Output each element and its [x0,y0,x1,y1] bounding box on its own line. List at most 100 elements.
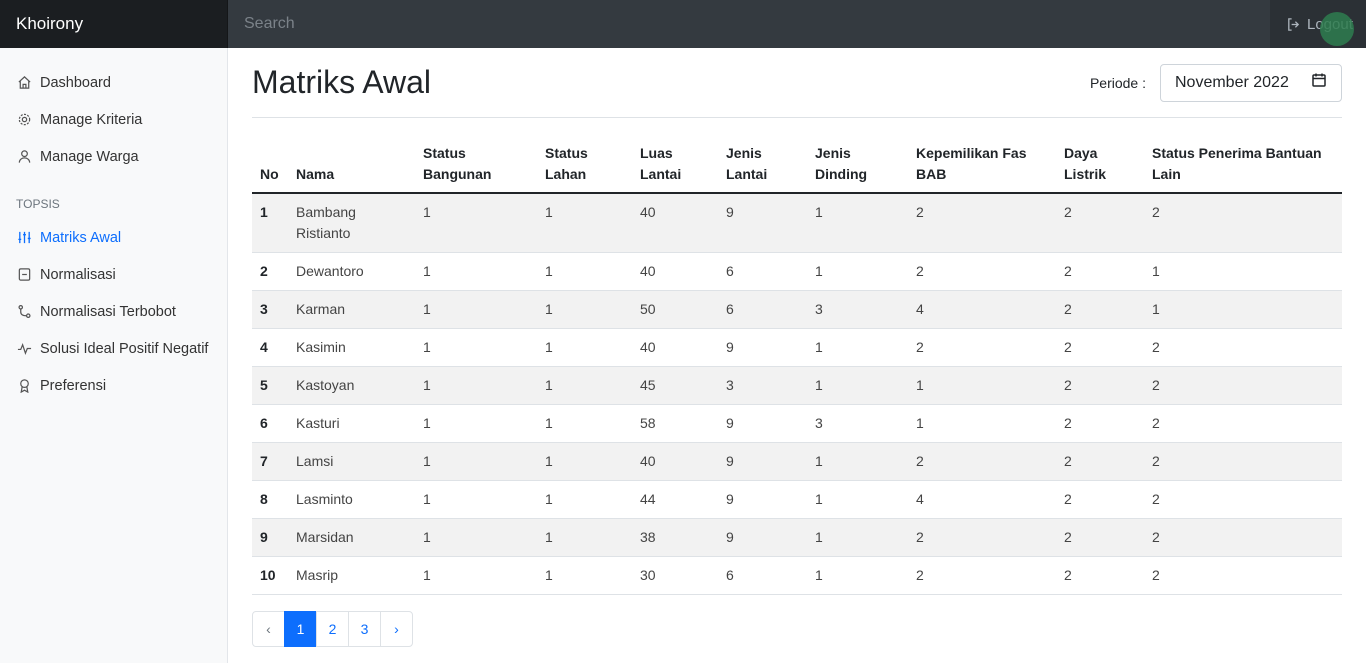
table-cell: 2 [908,442,1056,481]
table-cell: 1 [537,480,632,519]
table-cell: 2 [1144,404,1342,443]
table-cell: 6 [252,404,288,443]
table-cell: 1 [1144,252,1342,291]
table-cell: 9 [718,404,807,443]
table-row: 9 Marsidan 1 1 38 9 1 2 2 2 [252,518,1342,557]
pagination-page-1[interactable]: 1 [284,611,317,647]
col-header-jenis-lantai: Jenis Lantai [718,136,807,194]
table-cell: 4 [908,290,1056,329]
sidebar-item-normalisasi-terbobot[interactable]: Normalisasi Terbobot [0,293,227,330]
table-row: 4 Kasimin 1 1 40 9 1 2 2 2 [252,328,1342,367]
col-header-jenis-dinding: Jenis Dinding [807,136,908,194]
sidebar-item-manage-warga[interactable]: Manage Warga [0,138,227,175]
pagination-next-button[interactable]: › [380,611,413,647]
page-header: Matriks Awal Periode : November 2022 [252,48,1342,118]
sidebar-item-normalisasi[interactable]: Normalisasi [0,256,227,293]
table-cell: 1 [537,193,632,253]
pagination-page-2[interactable]: 2 [316,611,349,647]
activity-icon [16,341,32,357]
sliders-icon [16,230,32,246]
award-icon [16,378,32,394]
table-cell: 6 [718,290,807,329]
sidebar-item-dashboard[interactable]: Dashboard [0,64,227,101]
table-cell: 2 [1056,556,1144,595]
table-cell: 1 [415,442,537,481]
table-cell: 2 [908,556,1056,595]
logout-link[interactable]: Logout [1270,0,1366,48]
table-cell: 1 [807,518,908,557]
avatar [1320,12,1354,46]
table-body: 1 Bambang Ristianto 1 1 40 9 1 2 2 2 2 Dewantoro 1 1 4… [252,193,1342,595]
matriks-table: No Nama Status Bangunan Status Lahan Lua… [252,136,1342,595]
table-cell: 2 [1144,556,1342,595]
logout-icon [1286,17,1301,32]
col-header-daya-listrik: Daya Listrik [1056,136,1144,194]
table-cell: 2 [1056,404,1144,443]
table-cell: Karman [288,290,415,329]
table-cell: 1 [537,442,632,481]
pagination-prev-button[interactable]: ‹ [252,611,285,647]
table-cell: 1 [415,556,537,595]
home-icon [16,75,32,91]
table-cell: 40 [632,442,718,481]
table-cell: 2 [252,252,288,291]
table-cell: 9 [718,442,807,481]
sidebar-item-label: Normalisasi [40,266,116,283]
calendar-icon[interactable] [1311,72,1327,93]
sidebar-item-manage-kriteria[interactable]: Manage Kriteria [0,101,227,138]
sidebar-item-label: Manage Warga [40,148,139,165]
table-row: 6 Kasturi 1 1 58 9 3 1 2 2 [252,404,1342,443]
table-cell: 1 [807,442,908,481]
table-cell: 2 [1056,480,1144,519]
table-cell: 30 [632,556,718,595]
pagination-page-3[interactable]: 3 [348,611,381,647]
table-cell: 2 [1056,290,1144,329]
main-content: Matriks Awal Periode : November 2022 No … [252,48,1342,647]
col-header-luas-lantai: Luas Lantai [632,136,718,194]
col-header-kepemilikan-fas-bab: Kepemilikan Fas BAB [908,136,1056,194]
page-title: Matriks Awal [252,64,432,100]
periode-month-input[interactable]: November 2022 [1160,63,1342,102]
table-cell: Bambang Ristianto [288,193,415,253]
table-cell: 45 [632,366,718,405]
table-cell: Kastoyan [288,366,415,405]
pagination: ‹ 1 2 3 › [252,611,1342,647]
table-cell: 7 [252,442,288,481]
sidebar: Dashboard Manage Kriteria Manage Warga T… [0,48,228,663]
gear-icon [16,112,32,128]
brand-name[interactable]: Khoirony [0,0,228,48]
table-cell: 4 [252,328,288,367]
periode-value: November 2022 [1175,73,1289,91]
table-cell: 9 [718,480,807,519]
table-cell: 1 [537,328,632,367]
table-cell: 2 [1144,480,1342,519]
table-cell: 2 [908,193,1056,253]
sidebar-item-label: Preferensi [40,377,107,394]
table-cell: 1 [415,480,537,519]
sidebar-item-preferensi[interactable]: Preferensi [0,367,227,404]
sidebar-item-label: Normalisasi Terbobot [40,303,176,320]
sidebar-item-label: Matriks Awal [40,229,122,246]
col-header-status-bangunan: Status Bangunan [415,136,537,194]
table-cell: 1 [908,404,1056,443]
table-row: 3 Karman 1 1 50 6 3 4 2 1 [252,290,1342,329]
table-cell: 1 [908,366,1056,405]
periode-filter: Periode : November 2022 [1089,63,1342,102]
table-cell: 2 [1144,328,1342,367]
table-cell: 2 [908,252,1056,291]
sidebar-item-label: Manage Kriteria [40,111,143,128]
sidebar-item-matriks-awal[interactable]: Matriks Awal [0,219,227,256]
table-row: 5 Kastoyan 1 1 45 3 1 1 2 2 [252,366,1342,405]
table-cell: 4 [908,480,1056,519]
table-cell: 1 [537,556,632,595]
table-cell: 2 [1056,518,1144,557]
table-cell: 40 [632,252,718,291]
top-navbar: Khoirony Logout [0,0,1366,48]
periode-label: Periode : [1089,74,1146,91]
search-input[interactable] [244,0,1270,48]
table-cell: 8 [252,480,288,519]
table-cell: 10 [252,556,288,595]
table-row: 7 Lamsi 1 1 40 9 1 2 2 2 [252,442,1342,481]
table-cell: 2 [1144,518,1342,557]
sidebar-item-solusi-ideal[interactable]: Solusi Ideal Positif Negatif [0,330,227,367]
